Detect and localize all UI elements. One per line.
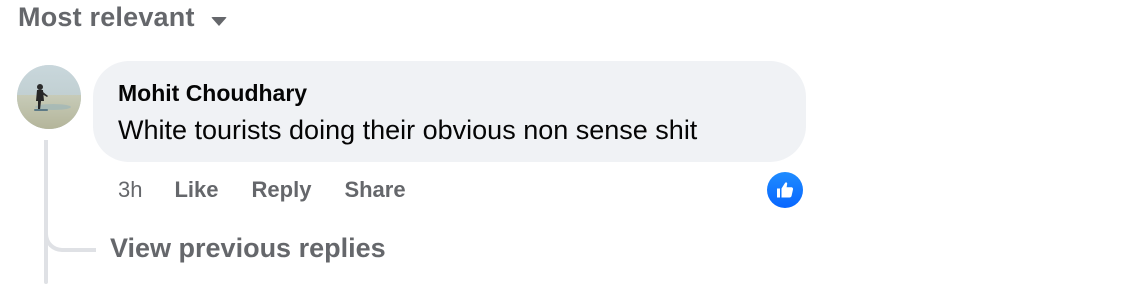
comment-bubble: Mohit Choudhary White tourists doing the… — [93, 61, 806, 162]
view-previous-replies-link[interactable]: View previous replies — [110, 233, 386, 264]
thread-connector-line — [44, 140, 96, 252]
share-button[interactable]: Share — [344, 177, 405, 203]
thumbs-up-icon[interactable] — [767, 172, 803, 208]
like-button[interactable]: Like — [174, 177, 218, 203]
sort-dropdown[interactable]: Most relevant — [18, 2, 227, 33]
comment-text: White tourists doing their obvious non s… — [118, 115, 698, 145]
caret-down-icon — [210, 17, 227, 26]
comment-author[interactable]: Mohit Choudhary — [118, 80, 307, 107]
sort-label: Most relevant — [18, 2, 195, 32]
comment-actions: 3h Like Reply Share — [118, 177, 439, 203]
thread-line — [44, 140, 48, 284]
comments-section: Most relevant Mohit Choudhary White tour… — [0, 0, 1136, 284]
avatar[interactable] — [17, 65, 81, 129]
reply-button[interactable]: Reply — [252, 177, 312, 203]
comment-timestamp[interactable]: 3h — [118, 177, 142, 203]
